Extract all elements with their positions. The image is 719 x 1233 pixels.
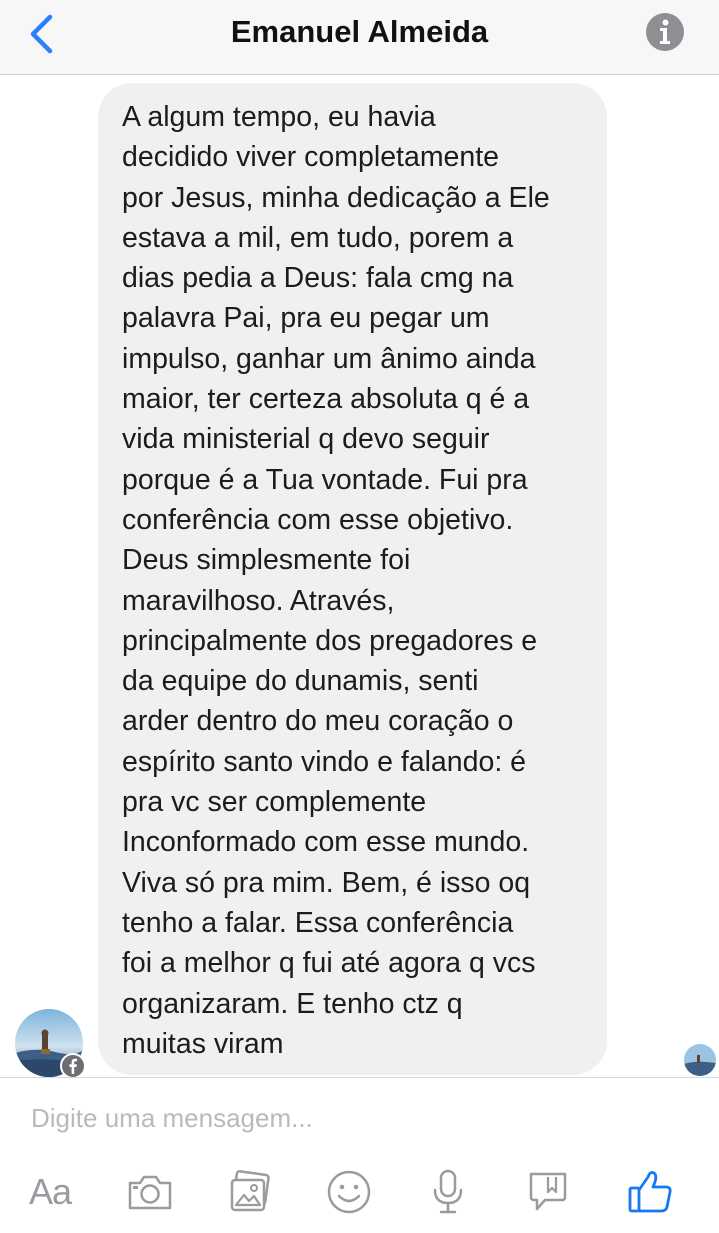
microphone-icon[interactable] [420,1164,476,1220]
sticker-icon[interactable] [520,1164,576,1220]
facebook-badge-icon [60,1053,86,1079]
contact-name[interactable]: Emanuel Almeida [0,14,719,50]
composer-toolbar: Aa [0,1164,719,1224]
seen-avatar [684,1044,716,1076]
conversation-header: Emanuel Almeida [0,0,719,75]
message-thread[interactable]: A algum tempo, eu havia decidido viver c… [0,75,719,1079]
message-input[interactable] [0,1078,719,1158]
thumbs-up-icon[interactable] [622,1164,678,1220]
message-composer: Aa [0,1077,719,1233]
text-format-button[interactable]: Aa [22,1164,78,1220]
gallery-icon[interactable] [222,1164,278,1220]
emoji-icon[interactable] [321,1164,377,1220]
info-icon[interactable] [645,12,685,52]
message-text: A algum tempo, eu havia decidido viver c… [122,101,550,1060]
message-bubble[interactable]: A algum tempo, eu havia decidido viver c… [98,83,607,1075]
camera-icon[interactable] [122,1164,178,1220]
text-format-label: Aa [28,1171,72,1212]
